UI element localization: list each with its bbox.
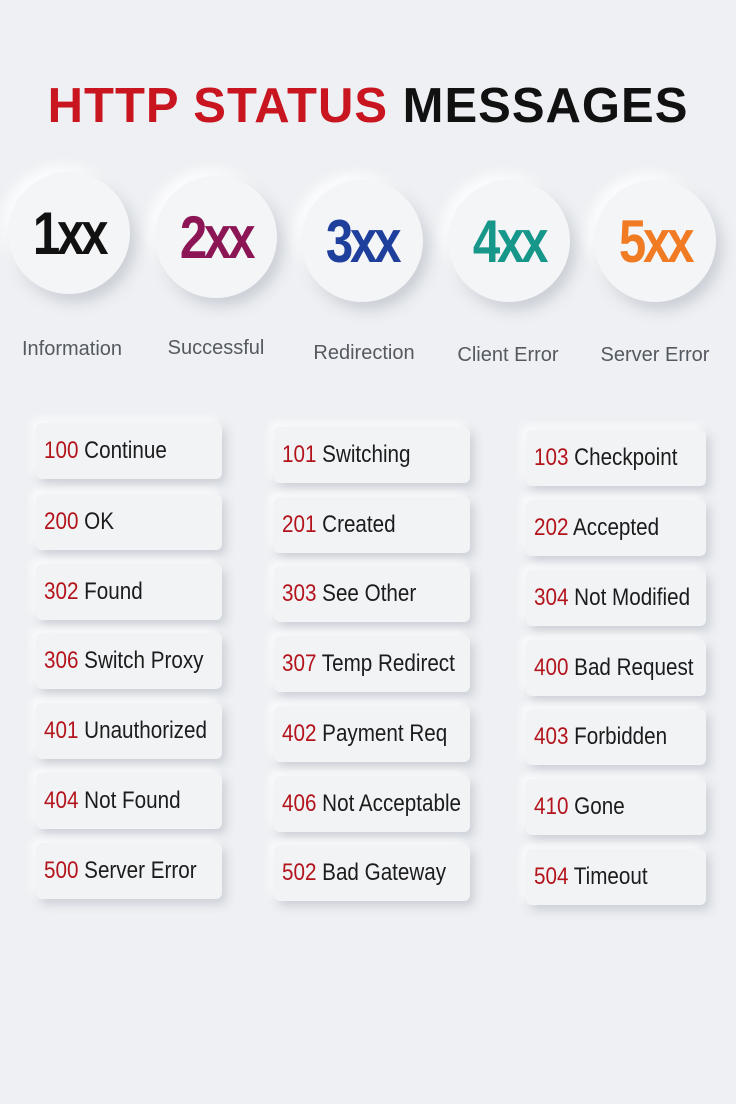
status-text: Not Modified bbox=[574, 584, 691, 611]
status-card: 404 Not Found bbox=[36, 773, 222, 829]
status-code: 306 bbox=[44, 647, 79, 674]
status-text: Forbidden bbox=[574, 723, 668, 750]
category-code-2xx: 2xx bbox=[179, 203, 256, 271]
status-text: See Other bbox=[322, 580, 417, 607]
category-label-redirection: Redirection bbox=[313, 342, 415, 364]
status-code: 401 bbox=[44, 717, 79, 744]
status-text: Not Acceptable bbox=[322, 790, 462, 817]
category-label-information: Information bbox=[21, 338, 123, 360]
status-card: 502 Bad Gateway bbox=[274, 845, 470, 901]
status-text: Temp Redirect bbox=[321, 650, 455, 677]
category-circle-5xx: 5xx bbox=[594, 180, 716, 302]
status-text: Server Error bbox=[84, 857, 197, 884]
status-text: Switching bbox=[322, 441, 411, 468]
status-code: 504 bbox=[534, 863, 569, 890]
status-card: 302 Found bbox=[36, 564, 222, 620]
status-code: 403 bbox=[534, 723, 569, 750]
title-rest: MESSAGES bbox=[402, 79, 689, 133]
status-code: 307 bbox=[282, 650, 317, 677]
category-circle-4xx: 4xx bbox=[448, 180, 570, 302]
status-card: 403 Forbidden bbox=[526, 709, 706, 765]
title-highlight: HTTP STATUS bbox=[47, 79, 389, 133]
status-code: 201 bbox=[282, 511, 317, 538]
status-card: 200 OK bbox=[36, 494, 222, 550]
category-circle-1xx: 1xx bbox=[8, 172, 130, 294]
status-code: 202 bbox=[534, 514, 569, 541]
status-text: Created bbox=[322, 511, 396, 538]
category-code-5xx: 5xx bbox=[618, 207, 695, 275]
status-code: 103 bbox=[534, 444, 569, 471]
status-code: 400 bbox=[534, 654, 569, 681]
status-card: 201 Created bbox=[274, 497, 470, 553]
status-card: 400 Bad Request bbox=[526, 640, 706, 696]
status-card: 406 Not Acceptable bbox=[274, 776, 470, 832]
status-card: 101 Switching bbox=[274, 427, 470, 483]
category-circle-3xx: 3xx bbox=[301, 180, 423, 302]
status-text: Switch Proxy bbox=[84, 647, 204, 674]
status-text: Continue bbox=[84, 437, 167, 464]
status-card: 504 Timeout bbox=[526, 849, 706, 905]
category-circle-2xx: 2xx bbox=[155, 176, 277, 298]
status-text: OK bbox=[84, 508, 115, 535]
status-code: 100 bbox=[44, 437, 79, 464]
status-card: 202 Accepted bbox=[526, 500, 706, 556]
status-code: 500 bbox=[44, 857, 79, 884]
status-card: 304 Not Modified bbox=[526, 570, 706, 626]
status-text: Found bbox=[84, 578, 143, 605]
status-text: Checkpoint bbox=[574, 444, 678, 471]
status-card: 306 Switch Proxy bbox=[36, 633, 222, 689]
status-card: 402 Payment Req bbox=[274, 706, 470, 762]
category-label-server-error: Server Error bbox=[600, 344, 710, 366]
status-text: Timeout bbox=[573, 863, 648, 890]
status-card: 401 Unauthorized bbox=[36, 703, 222, 759]
status-code: 303 bbox=[282, 580, 317, 607]
status-code: 302 bbox=[44, 578, 79, 605]
status-code: 304 bbox=[534, 584, 569, 611]
status-code: 406 bbox=[282, 790, 317, 817]
status-card: 100 Continue bbox=[36, 423, 222, 479]
status-code: 410 bbox=[534, 793, 569, 820]
page-title: HTTP STATUS MESSAGES bbox=[0, 78, 736, 134]
status-card: 303 See Other bbox=[274, 566, 470, 622]
status-code: 101 bbox=[282, 441, 317, 468]
status-text: Accepted bbox=[573, 514, 660, 541]
category-label-client-error: Client Error bbox=[457, 344, 559, 366]
status-text: Gone bbox=[574, 793, 625, 820]
status-text: Payment Req bbox=[322, 720, 448, 747]
status-card: 410 Gone bbox=[526, 779, 706, 835]
status-card: 307 Temp Redirect bbox=[274, 636, 470, 692]
status-text: Bad Gateway bbox=[322, 859, 447, 886]
category-code-1xx: 1xx bbox=[32, 199, 109, 267]
status-code: 402 bbox=[282, 720, 317, 747]
category-code-4xx: 4xx bbox=[472, 207, 549, 275]
status-card: 500 Server Error bbox=[36, 843, 222, 899]
status-text: Not Found bbox=[84, 787, 181, 814]
category-code-3xx: 3xx bbox=[325, 207, 402, 275]
category-label-successful: Successful bbox=[167, 337, 265, 359]
status-code: 502 bbox=[282, 859, 317, 886]
status-code: 404 bbox=[44, 787, 79, 814]
status-card: 103 Checkpoint bbox=[526, 430, 706, 486]
status-text: Bad Request bbox=[574, 654, 694, 681]
status-code: 200 bbox=[44, 508, 79, 535]
status-text: Unauthorized bbox=[84, 717, 207, 744]
